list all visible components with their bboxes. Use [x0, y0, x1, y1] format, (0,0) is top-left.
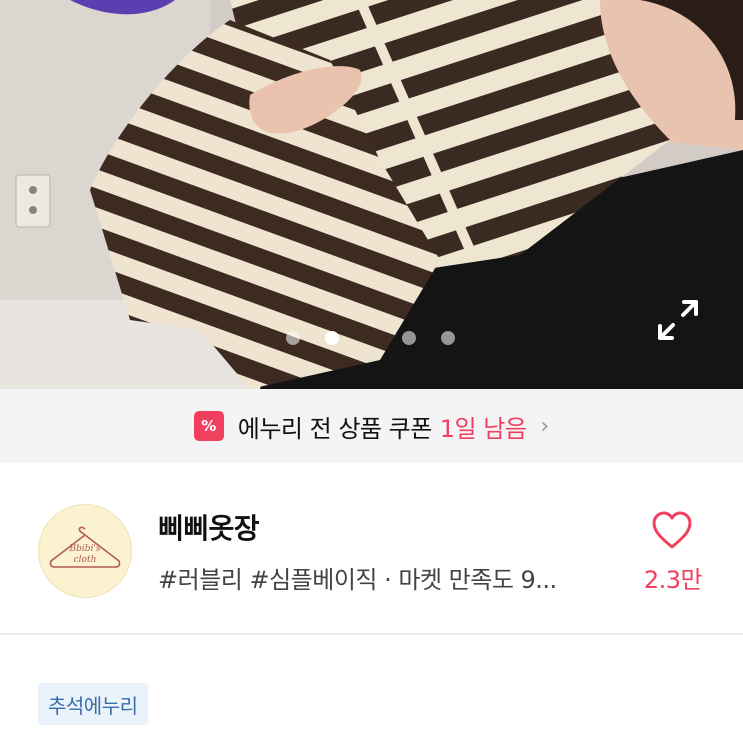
logo-text-2: cloth — [74, 555, 97, 565]
expand-icon[interactable] — [650, 292, 706, 348]
logo-text-1: Bbibi's — [69, 544, 101, 554]
like-count: 2.3만 — [643, 566, 703, 594]
shop-logo[interactable]: Bbibi's cloth — [38, 504, 132, 598]
heart-icon[interactable] — [650, 509, 694, 553]
carousel-indicator — [0, 331, 743, 345]
shop-tags: #러블리 #심플베이직 · 마켓 만족도 9... — [158, 566, 557, 594]
carousel-dot[interactable] — [402, 331, 416, 345]
divider — [0, 633, 743, 635]
carousel-dot-active[interactable] — [325, 331, 339, 345]
shop-info: Bbibi's cloth 삐삐옷장 #러블리 #심플베이직 · 마켓 만족도 … — [0, 463, 743, 635]
coupon-banner[interactable]: % 에누리 전 상품 쿠폰 1일 남음 › — [0, 389, 743, 463]
event-badge[interactable]: 추석에누리 — [38, 683, 148, 725]
chevron-right-icon: › — [540, 413, 550, 439]
product-image[interactable] — [0, 0, 743, 389]
coupon-icon: % — [193, 411, 224, 441]
hanger-icon: Bbibi's cloth — [49, 526, 121, 568]
coupon-text: 에누리 전 상품 쿠폰 — [237, 414, 433, 443]
shop-name[interactable]: 삐삐옷장 — [158, 507, 260, 547]
carousel-dot[interactable] — [441, 331, 455, 345]
coupon-remaining: 1일 남음 — [439, 414, 527, 443]
carousel-dot[interactable] — [286, 331, 300, 345]
